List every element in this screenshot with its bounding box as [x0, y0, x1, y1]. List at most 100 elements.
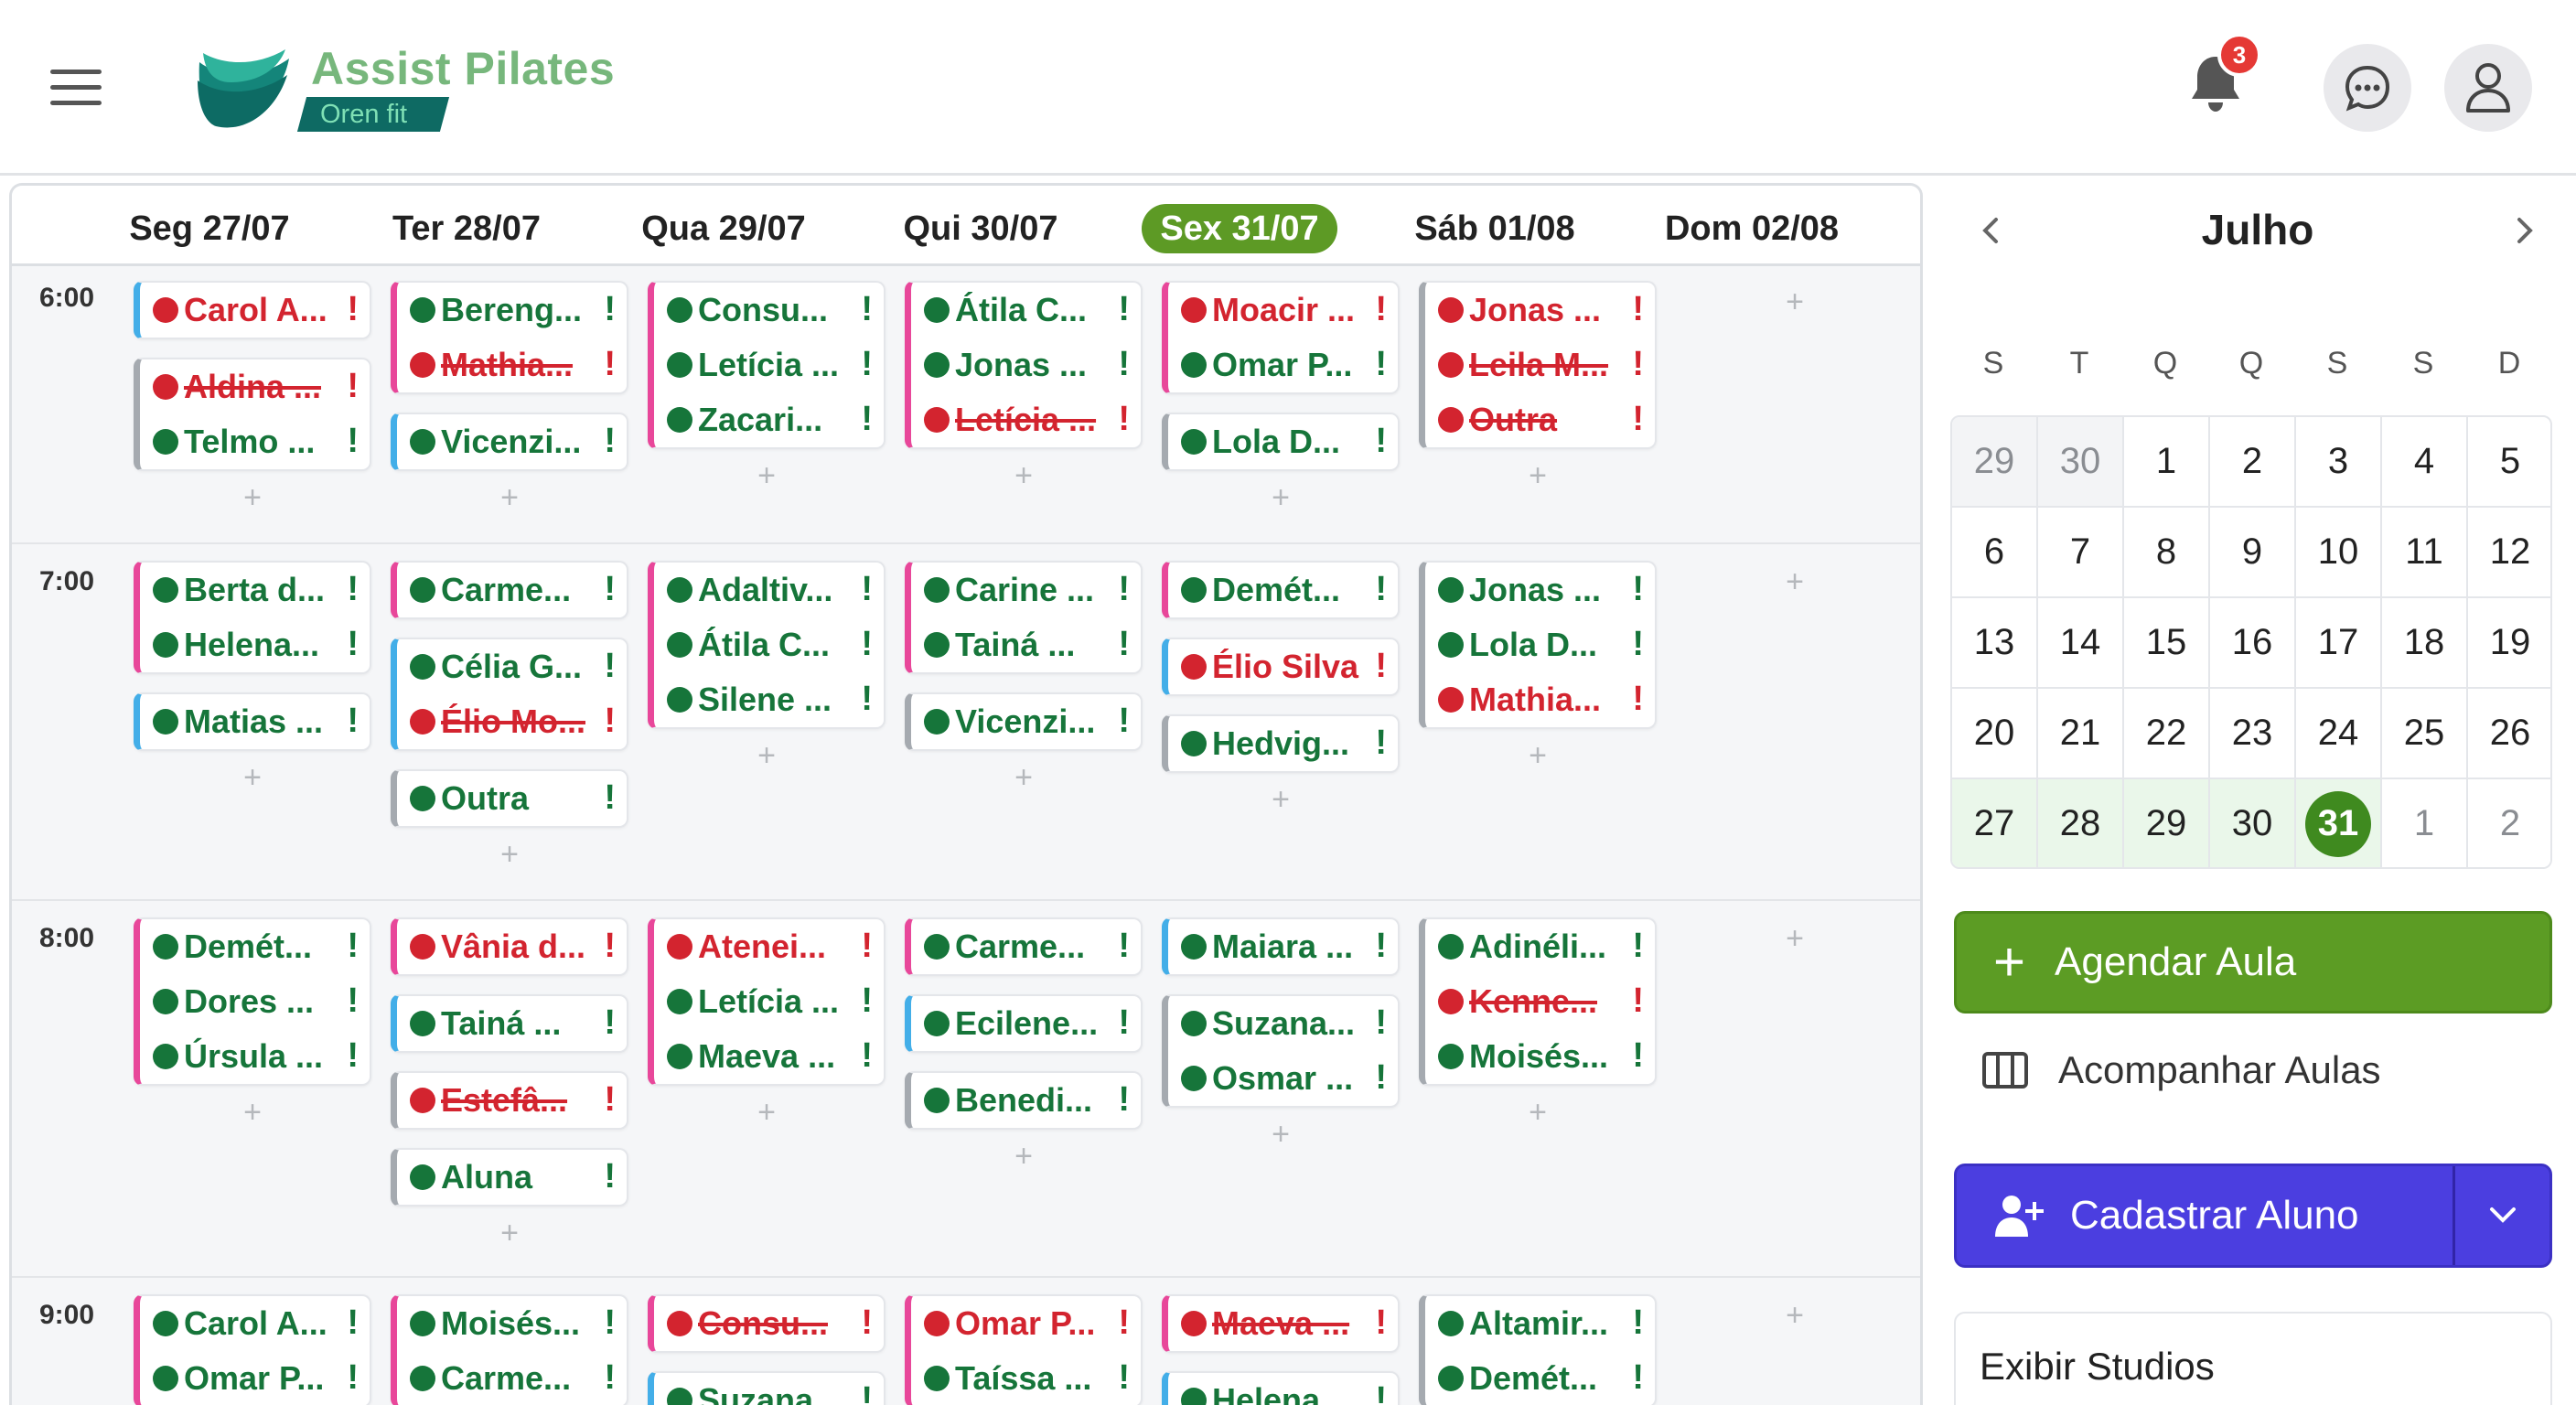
class-card[interactable]: Altamir...! Demét...!	[1419, 1294, 1657, 1405]
student-entry[interactable]: Demét...!	[1168, 563, 1398, 617]
student-entry[interactable]: Lola D...!	[1168, 414, 1398, 469]
alert-icon[interactable]: !	[1118, 290, 1130, 329]
track-classes-link[interactable]: Acompanhar Aulas	[1981, 1037, 2381, 1103]
class-card[interactable]: Élio Silva!	[1162, 638, 1400, 696]
student-entry[interactable]: Maeva ...!	[654, 1029, 884, 1084]
add-class-button[interactable]: +	[1776, 566, 1813, 597]
student-entry[interactable]: Consu...!	[654, 283, 884, 338]
alert-icon[interactable]: !	[1632, 927, 1644, 966]
alert-icon[interactable]: !	[861, 345, 873, 384]
class-card[interactable]: Adaltiv...! Átila C...! Silene ...!	[648, 561, 886, 729]
student-entry[interactable]: Outra!	[1425, 392, 1655, 447]
alert-icon[interactable]: !	[1375, 1303, 1387, 1343]
calendar-day[interactable]: 22	[2124, 689, 2210, 779]
add-class-button[interactable]: +	[234, 762, 271, 793]
add-class-button[interactable]: +	[234, 482, 271, 513]
calendar-day[interactable]: 23	[2210, 689, 2296, 779]
alert-icon[interactable]: !	[1632, 1036, 1644, 1076]
class-card[interactable]: Carme...!	[391, 561, 628, 619]
calendar-day[interactable]: 4	[2382, 417, 2468, 508]
class-card[interactable]: Consu...!	[648, 1294, 886, 1353]
alert-icon[interactable]: !	[1118, 702, 1130, 741]
calendar-day[interactable]: 2	[2210, 417, 2296, 508]
day-header-4[interactable]: Sex 31/07	[1121, 204, 1358, 263]
student-entry[interactable]: Carme...!	[397, 1351, 627, 1405]
class-card[interactable]: Matias ...!	[134, 692, 371, 751]
alert-icon[interactable]: !	[347, 927, 359, 966]
add-class-button[interactable]: +	[491, 1217, 528, 1249]
student-entry[interactable]: Letícia ...!	[654, 974, 884, 1029]
alert-icon[interactable]: !	[1375, 927, 1387, 966]
alert-icon[interactable]: !	[861, 290, 873, 329]
alert-icon[interactable]: !	[604, 1080, 616, 1120]
student-entry[interactable]: Célia G...!	[397, 639, 627, 694]
alert-icon[interactable]: !	[1632, 570, 1644, 609]
student-entry[interactable]: Vicenzi...!	[911, 694, 1141, 749]
calendar-day[interactable]: 30	[2210, 779, 2296, 867]
alert-icon[interactable]: !	[604, 702, 616, 741]
day-header-5[interactable]: Sáb 01/08	[1376, 208, 1614, 263]
add-class-button[interactable]: +	[1262, 482, 1299, 513]
class-card[interactable]: Célia G...! Élio Mo...!	[391, 638, 628, 751]
add-class-button[interactable]: +	[1519, 1097, 1556, 1128]
student-entry[interactable]: Taíssa ...!	[911, 1351, 1141, 1405]
class-card[interactable]: Tainá ...!	[391, 994, 628, 1053]
calendar-day[interactable]: 21	[2038, 689, 2124, 779]
calendar-day[interactable]: 19	[2468, 598, 2550, 689]
alert-icon[interactable]: !	[347, 625, 359, 664]
alert-icon[interactable]: !	[347, 1303, 359, 1343]
alert-icon[interactable]: !	[861, 1380, 873, 1405]
calendar-day[interactable]: 11	[2382, 508, 2468, 598]
alert-icon[interactable]: !	[604, 1303, 616, 1343]
class-card[interactable]: Carol A...! Omar P...!	[134, 1294, 371, 1405]
student-entry[interactable]: Adaltiv...!	[654, 563, 884, 617]
student-entry[interactable]: Carine ...!	[911, 563, 1141, 617]
alert-icon[interactable]: !	[861, 1036, 873, 1076]
student-entry[interactable]: Ecilene...!	[911, 996, 1141, 1051]
student-entry[interactable]: Bereng...!	[397, 283, 627, 338]
notification-badge[interactable]: 3	[2217, 33, 2261, 77]
alert-icon[interactable]: !	[347, 1036, 359, 1076]
student-entry[interactable]: Vânia d...!	[397, 919, 627, 974]
add-class-button[interactable]: +	[1005, 762, 1042, 793]
schedule-class-button[interactable]: + Agendar Aula	[1954, 911, 2552, 1014]
alert-icon[interactable]: !	[347, 981, 359, 1021]
class-card[interactable]: Consu...! Letícia ...! Zacari...!	[648, 281, 886, 449]
calendar-day[interactable]: 30	[2038, 417, 2124, 508]
class-card[interactable]: Maiara ...!	[1162, 917, 1400, 976]
alert-icon[interactable]: !	[604, 927, 616, 966]
class-card[interactable]: Jonas ...! Lola D...! Mathia...!	[1419, 561, 1657, 729]
class-card[interactable]: Demét...! Dores ...! Úrsula ...!	[134, 917, 371, 1086]
add-class-button[interactable]: +	[1005, 460, 1042, 491]
class-card[interactable]: Ecilene...!	[905, 994, 1143, 1053]
calendar-day[interactable]: 28	[2038, 779, 2124, 867]
student-entry[interactable]: Suzana...!	[1168, 996, 1398, 1051]
add-class-button[interactable]: +	[234, 1097, 271, 1128]
add-class-button[interactable]: +	[1776, 923, 1813, 954]
calendar-day[interactable]: 1	[2382, 779, 2468, 867]
alert-icon[interactable]: !	[1118, 570, 1130, 609]
calendar-day[interactable]: 13	[1952, 598, 2038, 689]
add-class-button[interactable]: +	[1776, 286, 1813, 317]
student-entry[interactable]: Omar P...!	[1168, 338, 1398, 392]
class-card[interactable]: Hedvig...!	[1162, 714, 1400, 773]
student-entry[interactable]: Helena...!	[1168, 1373, 1398, 1405]
class-card[interactable]: Carine ...! Tainá ...!	[905, 561, 1143, 674]
alert-icon[interactable]: !	[861, 625, 873, 664]
user-button[interactable]	[2444, 44, 2532, 132]
student-entry[interactable]: Carme...!	[397, 563, 627, 617]
alert-icon[interactable]: !	[861, 680, 873, 719]
day-header-6[interactable]: Dom 02/08	[1633, 208, 1871, 263]
add-class-button[interactable]: +	[1005, 1141, 1042, 1172]
calendar-day[interactable]: 29	[1952, 417, 2038, 508]
class-card[interactable]: Omar P...! Taíssa ...!	[905, 1294, 1143, 1405]
class-card[interactable]: Carol A...!	[134, 281, 371, 339]
class-card[interactable]: Berta d...! Helena...!	[134, 561, 371, 674]
alert-icon[interactable]: !	[1632, 981, 1644, 1021]
prev-month-button[interactable]	[1970, 205, 2012, 256]
alert-icon[interactable]: !	[1118, 927, 1130, 966]
student-entry[interactable]: Omar P...!	[140, 1351, 370, 1405]
student-entry[interactable]: Átila C...!	[911, 283, 1141, 338]
student-entry[interactable]: Estefâ...!	[397, 1073, 627, 1128]
student-entry[interactable]: Jonas ...!	[911, 338, 1141, 392]
